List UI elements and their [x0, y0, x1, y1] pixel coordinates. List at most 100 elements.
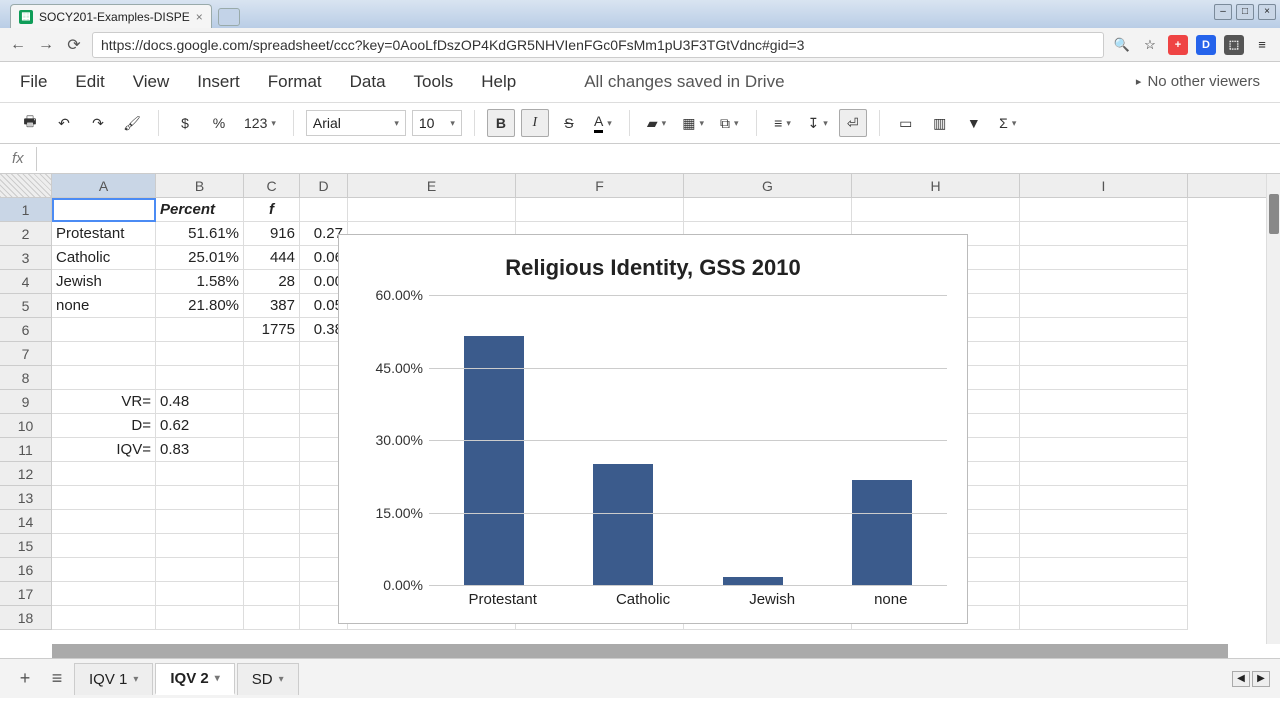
cell-A13[interactable]: [52, 486, 156, 510]
cell-B11[interactable]: 0.83: [156, 438, 244, 462]
merge-cells-button[interactable]: ⧉: [715, 109, 744, 137]
row-header-10[interactable]: 10: [0, 414, 52, 438]
italic-button[interactable]: I: [521, 109, 549, 137]
insert-comment-button[interactable]: ▭: [892, 109, 920, 137]
extension-icon-1[interactable]: +: [1168, 35, 1188, 55]
browser-tab[interactable]: ▦ SOCY201-Examples-DISPE ×: [10, 4, 212, 28]
cell-B17[interactable]: [156, 582, 244, 606]
extension-icon-2[interactable]: D: [1196, 35, 1216, 55]
cell-C2[interactable]: 916: [244, 222, 300, 246]
menu-format[interactable]: Format: [268, 72, 322, 92]
cell-I16[interactable]: [1020, 558, 1188, 582]
col-header-E[interactable]: E: [348, 174, 516, 197]
menu-edit[interactable]: Edit: [75, 72, 104, 92]
menu-view[interactable]: View: [133, 72, 170, 92]
cell-E1[interactable]: [348, 198, 516, 222]
menu-insert[interactable]: Insert: [197, 72, 240, 92]
strikethrough-button[interactable]: S: [555, 109, 583, 137]
horizontal-scrollbar[interactable]: [52, 644, 1228, 658]
cell-I18[interactable]: [1020, 606, 1188, 630]
menu-tools[interactable]: Tools: [414, 72, 454, 92]
row-header-5[interactable]: 5: [0, 294, 52, 318]
cell-B2[interactable]: 51.61%: [156, 222, 244, 246]
bold-button[interactable]: B: [487, 109, 515, 137]
cell-A18[interactable]: [52, 606, 156, 630]
row-header-18[interactable]: 18: [0, 606, 52, 630]
all-sheets-button[interactable]: ≡: [42, 664, 72, 694]
cell-B6[interactable]: [156, 318, 244, 342]
cell-C5[interactable]: 387: [244, 294, 300, 318]
cell-C8[interactable]: [244, 366, 300, 390]
cell-C4[interactable]: 28: [244, 270, 300, 294]
number-format-button[interactable]: 123: [239, 109, 281, 137]
cell-B14[interactable]: [156, 510, 244, 534]
vertical-scrollbar[interactable]: [1266, 174, 1280, 644]
row-header-3[interactable]: 3: [0, 246, 52, 270]
row-header-13[interactable]: 13: [0, 486, 52, 510]
zoom-icon[interactable]: 🔍: [1112, 35, 1132, 55]
close-tab-icon[interactable]: ×: [196, 10, 203, 24]
cell-C14[interactable]: [244, 510, 300, 534]
cell-B7[interactable]: [156, 342, 244, 366]
col-header-F[interactable]: F: [516, 174, 684, 197]
print-button[interactable]: 🖶: [16, 109, 44, 137]
cell-B15[interactable]: [156, 534, 244, 558]
cell-A10[interactable]: D=: [52, 414, 156, 438]
cell-I15[interactable]: [1020, 534, 1188, 558]
row-header-4[interactable]: 4: [0, 270, 52, 294]
cell-A3[interactable]: Catholic: [52, 246, 156, 270]
cell-I13[interactable]: [1020, 486, 1188, 510]
cell-A14[interactable]: [52, 510, 156, 534]
row-header-15[interactable]: 15: [0, 534, 52, 558]
cell-C18[interactable]: [244, 606, 300, 630]
col-header-H[interactable]: H: [852, 174, 1020, 197]
col-header-B[interactable]: B: [156, 174, 244, 197]
horizontal-align-button[interactable]: ≡: [769, 109, 797, 137]
cell-A4[interactable]: Jewish: [52, 270, 156, 294]
cell-C1[interactable]: f: [244, 198, 300, 222]
filter-button[interactable]: ▼: [960, 109, 988, 137]
cell-A9[interactable]: VR=: [52, 390, 156, 414]
cell-A16[interactable]: [52, 558, 156, 582]
fill-color-button[interactable]: ▰: [642, 109, 671, 137]
cell-I10[interactable]: [1020, 414, 1188, 438]
scroll-left-button[interactable]: ◀: [1232, 671, 1250, 687]
cell-H1[interactable]: [852, 198, 1020, 222]
col-header-D[interactable]: D: [300, 174, 348, 197]
embedded-chart[interactable]: Religious Identity, GSS 2010 0.00%15.00%…: [338, 234, 968, 624]
menu-help[interactable]: Help: [481, 72, 516, 92]
cell-I9[interactable]: [1020, 390, 1188, 414]
row-header-9[interactable]: 9: [0, 390, 52, 414]
text-color-button[interactable]: A: [589, 109, 617, 137]
sheet-tab-iqv1[interactable]: IQV 1: [74, 663, 153, 695]
functions-button[interactable]: Σ: [994, 109, 1022, 137]
cell-I4[interactable]: [1020, 270, 1188, 294]
col-header-C[interactable]: C: [244, 174, 300, 197]
cell-B1[interactable]: Percent: [156, 198, 244, 222]
url-input[interactable]: https://docs.google.com/spreadsheet/ccc?…: [92, 32, 1104, 58]
row-header-17[interactable]: 17: [0, 582, 52, 606]
cell-I12[interactable]: [1020, 462, 1188, 486]
cell-I5[interactable]: [1020, 294, 1188, 318]
cell-C15[interactable]: [244, 534, 300, 558]
cell-C9[interactable]: [244, 390, 300, 414]
new-tab-button[interactable]: [218, 8, 240, 26]
cell-B3[interactable]: 25.01%: [156, 246, 244, 270]
redo-button[interactable]: ↷: [84, 109, 112, 137]
cell-F1[interactable]: [516, 198, 684, 222]
cell-A11[interactable]: IQV=: [52, 438, 156, 462]
cell-A1[interactable]: [52, 198, 156, 222]
menu-file[interactable]: File: [20, 72, 47, 92]
add-sheet-button[interactable]: +: [10, 664, 40, 694]
scroll-right-button[interactable]: ▶: [1252, 671, 1270, 687]
back-button[interactable]: ←: [8, 35, 28, 55]
row-header-2[interactable]: 2: [0, 222, 52, 246]
cell-C7[interactable]: [244, 342, 300, 366]
row-header-8[interactable]: 8: [0, 366, 52, 390]
row-header-14[interactable]: 14: [0, 510, 52, 534]
cell-D1[interactable]: [300, 198, 348, 222]
cell-A8[interactable]: [52, 366, 156, 390]
row-header-6[interactable]: 6: [0, 318, 52, 342]
cell-I8[interactable]: [1020, 366, 1188, 390]
cell-A6[interactable]: [52, 318, 156, 342]
